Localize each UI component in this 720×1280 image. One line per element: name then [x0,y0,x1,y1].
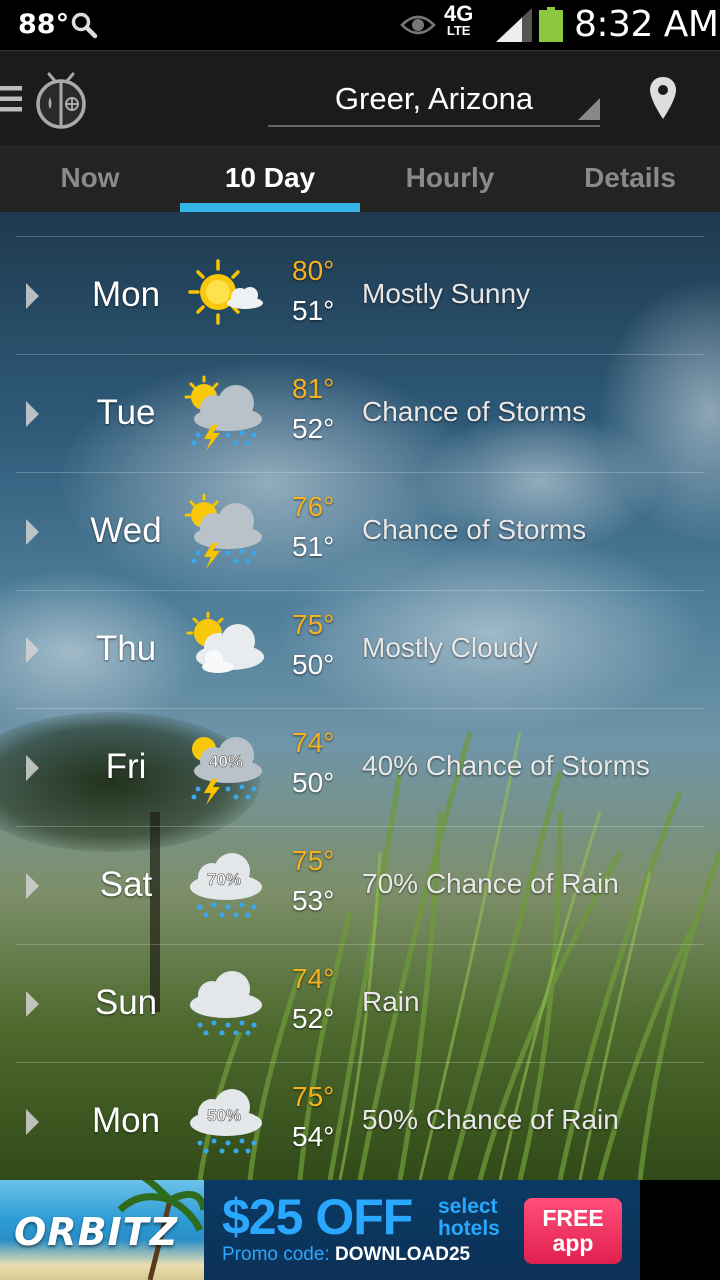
high-temp: 74° [292,727,335,758]
network-sub: LTE [446,23,471,38]
condition-text: Chance of Storms [362,396,587,427]
location-pin-icon[interactable] [648,75,678,126]
forecast-row-mon-next[interactable]: Mon 50% 75° 54° 50% Chance of Rain [0,1063,720,1181]
expand-arrow-icon[interactable] [26,519,39,545]
forecast-row-tue[interactable]: Tue 81° 52° Chance of Storms [0,355,720,473]
expand-arrow-icon[interactable] [26,873,39,899]
ad-select-text: select hotels [438,1196,518,1240]
rain-percent-icon: 50% [184,1083,268,1168]
day-name: Sat [99,865,153,904]
ad-cta-line2: app [552,1230,594,1256]
day-name: Mon [91,1101,161,1140]
low-temp: 51° [292,295,335,326]
forecast-row-wed[interactable]: Wed 76° 51° Chance of Storms [0,473,720,591]
low-temp: 50° [292,767,335,798]
tab-now[interactable]: Now [0,147,180,212]
expand-arrow-icon[interactable] [26,637,39,663]
expand-arrow-icon[interactable] [26,1109,39,1135]
ad-beach-image: ORBITZ [0,1180,204,1280]
precip-badge: 40% [209,752,243,771]
day-name: Tue [96,393,156,432]
forecast-list: Mon 80° 51° Mostly Sunny Tue 81° 52° Cha… [0,212,720,1180]
ad-offer: $25 OFF select hotels Promo code: DOWNLO… [204,1180,640,1280]
forecast-row-sat[interactable]: Sat 70% 75° 53° 70% Chance of Rain [0,827,720,945]
chance-storms-icon [184,375,268,460]
forecast-row-sun[interactable]: Sun 74° 52° Rain [0,945,720,1063]
forecast-row-thu[interactable]: Thu 75° 50° Mostly Cloudy [0,591,720,709]
low-temp: 50° [292,649,335,680]
ad-cta-line1: FREE [542,1205,604,1231]
day-name: Mon [91,275,161,314]
condition-text: Chance of Storms [362,514,587,545]
day-name: Wed [90,511,162,550]
day-name: Sun [94,983,158,1022]
ad-select-line2: hotels [438,1217,500,1240]
forecast-row-fri[interactable]: Fri 40% 74° 50° 40% Chance of Storms [0,709,720,827]
ad-promo-label: Promo code: [222,1244,335,1265]
weatherbug-logo-icon[interactable] [34,71,88,134]
ad-promo: Promo code: DOWNLOAD25 [222,1244,470,1266]
mostly-cloudy-icon [184,611,268,686]
forecast-row-mon[interactable]: Mon 80° 51° Mostly Sunny [0,237,720,355]
high-temp: 74° [292,963,335,994]
high-temp: 75° [292,1081,335,1112]
expand-arrow-icon[interactable] [26,283,39,309]
high-temp: 81° [292,373,335,404]
eye-icon [400,13,436,42]
app-header: Greer, Arizona [0,50,720,146]
rain-icon [184,965,268,1050]
chance-storms-icon [184,493,268,578]
tab-details[interactable]: Details [540,147,720,212]
low-temp: 51° [292,531,335,562]
status-temperature: 88° [18,9,70,40]
low-temp: 53° [292,885,335,916]
network-indicator: 4G LTE [444,3,473,38]
day-name: Fri [105,747,147,786]
ad-select-line1: select [438,1195,498,1218]
expand-arrow-icon[interactable] [26,755,39,781]
mostly-sunny-icon [184,257,268,332]
condition-text: 70% Chance of Rain [362,868,619,899]
location-select[interactable]: Greer, Arizona [268,69,600,127]
ad-promo-code: DOWNLOAD25 [335,1244,471,1265]
low-temp: 54° [292,1121,335,1152]
tab-bar: Now 10 Day Hourly Details [0,146,720,212]
ad-brand-logo: ORBITZ [14,1210,179,1254]
search-icon [70,11,98,44]
status-time: 8:32 AM [574,4,719,45]
condition-text: 40% Chance of Storms [362,750,650,781]
high-temp: 75° [292,609,335,640]
storms-percent-icon: 40% [184,729,268,814]
tab-hourly[interactable]: Hourly [360,147,540,212]
status-bar: 88° 4G LTE 8:32 AM [0,0,720,50]
expand-arrow-icon[interactable] [26,401,39,427]
condition-text: Mostly Cloudy [362,632,538,663]
tab-10-day[interactable]: 10 Day [180,147,360,212]
day-name: Thu [95,629,157,668]
location-name: Greer, Arizona [334,81,534,116]
signal-icon [496,8,532,47]
ad-banner[interactable]: ORBITZ $25 OFF select hotels Promo code:… [0,1180,720,1280]
high-temp: 80° [292,255,335,286]
condition-text: Mostly Sunny [362,278,531,309]
menu-icon[interactable] [0,84,24,119]
ad-price: $25 OFF [222,1189,413,1245]
condition-text: 50% Chance of Rain [362,1104,619,1135]
precip-badge: 50% [207,1106,241,1125]
precip-badge: 70% [207,870,241,889]
high-temp: 76° [292,491,335,522]
dropdown-caret-icon [578,98,600,125]
expand-arrow-icon[interactable] [26,991,39,1017]
low-temp: 52° [292,413,335,444]
condition-text: Rain [362,986,420,1017]
battery-icon [539,7,563,42]
low-temp: 52° [292,1003,335,1034]
ad-free-app-button[interactable]: FREE app [524,1198,622,1264]
rain-percent-icon: 70% [184,847,268,932]
high-temp: 75° [292,845,335,876]
